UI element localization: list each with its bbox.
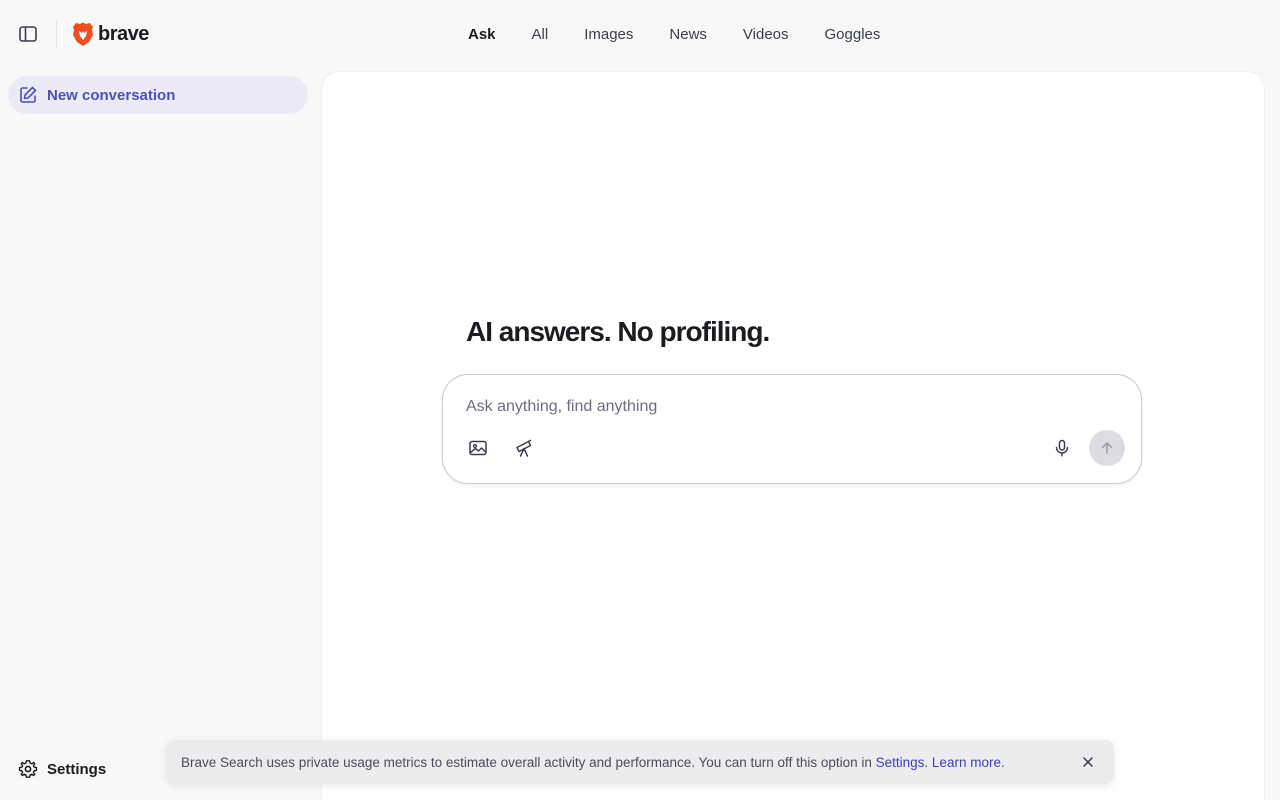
page-title: AI answers. No profiling. bbox=[466, 316, 770, 347]
sidebar-panel-icon bbox=[19, 26, 37, 42]
ask-input[interactable] bbox=[466, 393, 1106, 421]
settings-button[interactable]: Settings bbox=[10, 752, 106, 786]
tab-goggles[interactable]: Goggles bbox=[807, 20, 899, 50]
notice-suffix: . bbox=[1000, 754, 1005, 770]
telescope-icon bbox=[516, 439, 532, 457]
tab-all[interactable]: All bbox=[514, 20, 567, 50]
settings-label: Settings bbox=[47, 760, 107, 778]
notice-separator: . bbox=[924, 754, 932, 770]
microphone-icon bbox=[1055, 439, 1069, 457]
top-bar: brave Ask All Images News Videos Goggles bbox=[0, 0, 1280, 70]
image-icon bbox=[469, 440, 487, 456]
voice-input-button[interactable] bbox=[1047, 433, 1077, 463]
brave-lion-icon bbox=[73, 22, 93, 46]
app-root: brave Ask All Images News Videos Goggles… bbox=[0, 0, 1280, 800]
notice-settings-link[interactable]: Settings bbox=[876, 755, 925, 770]
main-panel: AI answers. No profiling. bbox=[321, 71, 1265, 800]
upload-image-button[interactable] bbox=[463, 433, 493, 463]
send-button[interactable] bbox=[1089, 430, 1125, 466]
notice-close-button[interactable] bbox=[1078, 752, 1098, 772]
tab-news[interactable]: News bbox=[651, 20, 725, 50]
notice-text: Brave Search uses private usage metrics … bbox=[181, 755, 1005, 770]
sidebar-toggle-button[interactable] bbox=[14, 20, 42, 48]
edit-pencil-icon bbox=[20, 86, 37, 103]
tab-images[interactable]: Images bbox=[566, 20, 651, 50]
gear-icon bbox=[18, 760, 38, 778]
header-divider bbox=[56, 20, 57, 48]
tab-videos[interactable]: Videos bbox=[725, 20, 807, 50]
ask-composer bbox=[442, 374, 1142, 484]
tab-ask[interactable]: Ask bbox=[450, 20, 514, 50]
brand-logo[interactable]: brave bbox=[72, 20, 149, 48]
usage-metrics-notice: Brave Search uses private usage metrics … bbox=[166, 740, 1114, 784]
notice-learn-more-link[interactable]: Learn more bbox=[932, 755, 1001, 770]
new-conversation-button[interactable]: New conversation bbox=[8, 76, 308, 114]
new-conversation-label: New conversation bbox=[47, 86, 176, 104]
arrow-up-icon bbox=[1101, 442, 1113, 454]
brand-name: brave bbox=[98, 22, 149, 45]
search-type-tabs: Ask All Images News Videos Goggles bbox=[450, 20, 898, 50]
close-icon bbox=[1083, 757, 1093, 767]
notice-message: Brave Search uses private usage metrics … bbox=[181, 754, 876, 770]
research-mode-button[interactable] bbox=[509, 433, 539, 463]
